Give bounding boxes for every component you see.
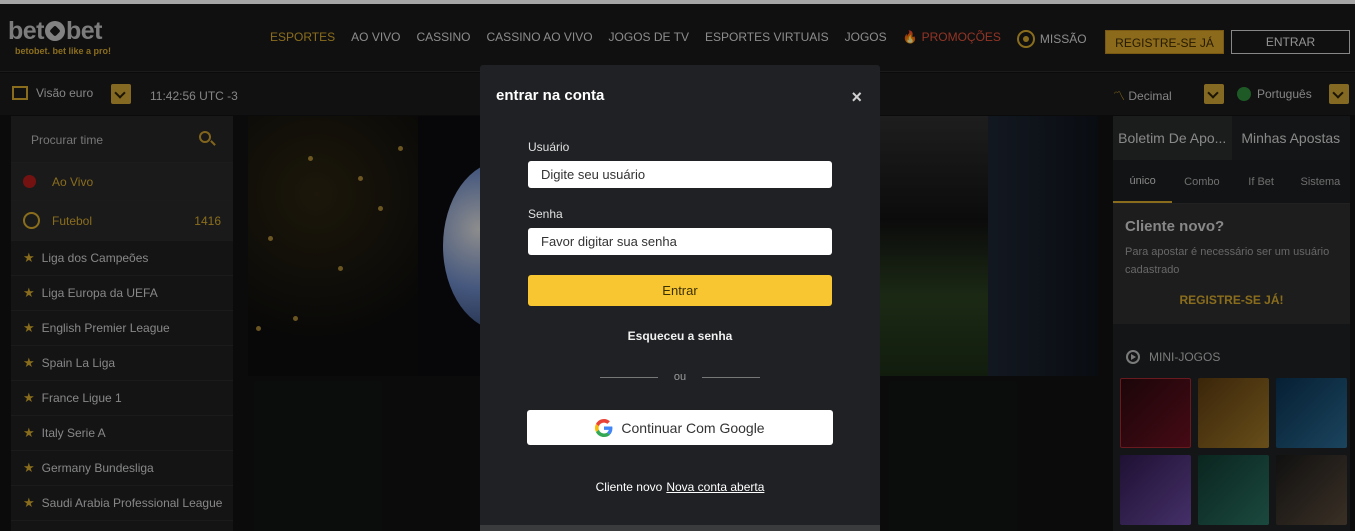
new-client-row: Cliente novo Nova conta aberta (480, 480, 880, 494)
password-label: Senha (528, 207, 563, 221)
username-label: Usuário (528, 140, 570, 154)
enter-button[interactable]: Entrar (528, 275, 832, 306)
google-signin-button[interactable]: Continuar Com Google (527, 410, 833, 445)
modal-title: entrar na conta (496, 87, 605, 104)
username-input[interactable] (528, 161, 832, 188)
password-input[interactable] (528, 228, 832, 255)
close-icon[interactable]: × (851, 87, 862, 108)
new-account-link[interactable]: Nova conta aberta (666, 480, 764, 494)
google-button-label: Continuar Com Google (621, 419, 765, 436)
or-separator: ou (673, 371, 687, 383)
divider-right (702, 377, 760, 378)
modal-footer-bar (480, 525, 880, 531)
new-client-prefix: Cliente novo (595, 480, 663, 494)
google-icon (595, 418, 613, 437)
login-modal: entrar na conta × Usuário Senha Entrar E… (480, 65, 880, 531)
forgot-password-link[interactable]: Esqueceu a senha (480, 329, 880, 343)
